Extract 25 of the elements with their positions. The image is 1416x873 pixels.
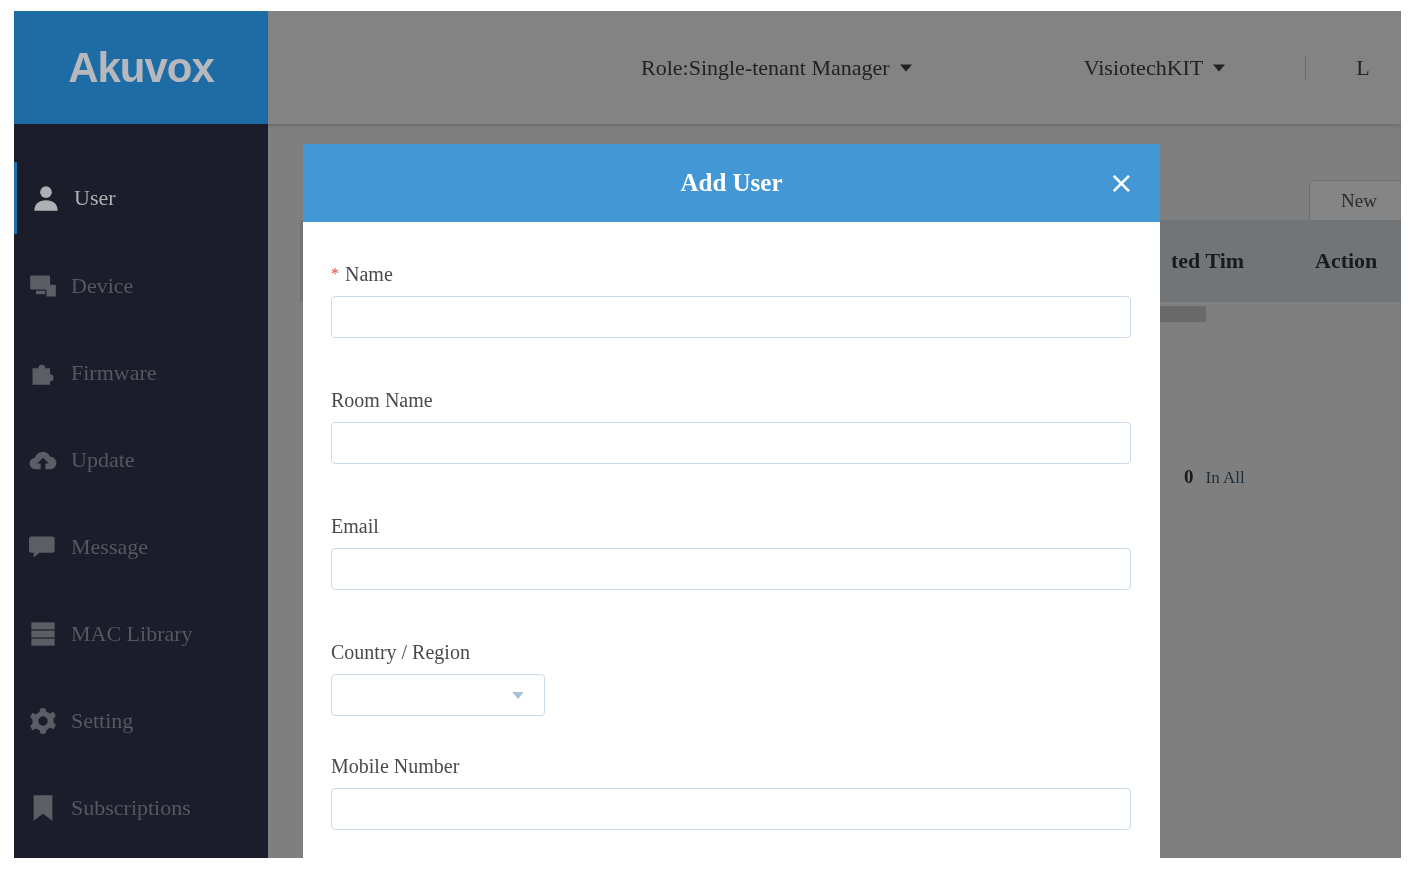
sidebar-item[interactable]: User [14,162,268,234]
dialog-title: Add User [680,169,783,197]
field-label: Room Name [331,388,433,412]
total-label: In All [1205,468,1245,488]
field-label: Name [345,262,393,286]
account-menu[interactable]: VisiotechKIT [1083,54,1226,81]
field-label: Email [331,514,379,538]
column-header: ted Tim [1171,248,1246,274]
sidebar-item[interactable]: Device [14,242,268,329]
logo[interactable]: Akuvox [68,43,214,92]
field-label: Country / Region [331,640,470,664]
role-menu[interactable]: Role:Single-tenant Manager [641,54,912,81]
total-count: 0 [1184,466,1194,488]
sidebar-item[interactable]: MAC Library [14,590,268,677]
sidebar-item[interactable]: Subscriptions [14,764,268,851]
field-label: Mobile Number [331,754,460,778]
new-button[interactable]: New [1309,180,1401,222]
close-button[interactable]: × [1108,168,1134,198]
sidebar-item[interactable]: Firmware [14,329,268,416]
sidebar-item[interactable]: Setting [14,677,268,764]
sidebar-item[interactable]: Message [14,503,268,590]
sidebar-item[interactable]: Update [14,416,268,503]
header-link[interactable]: L [1356,54,1370,81]
column-header: Action [1315,248,1379,274]
required-mark: * [331,265,339,283]
